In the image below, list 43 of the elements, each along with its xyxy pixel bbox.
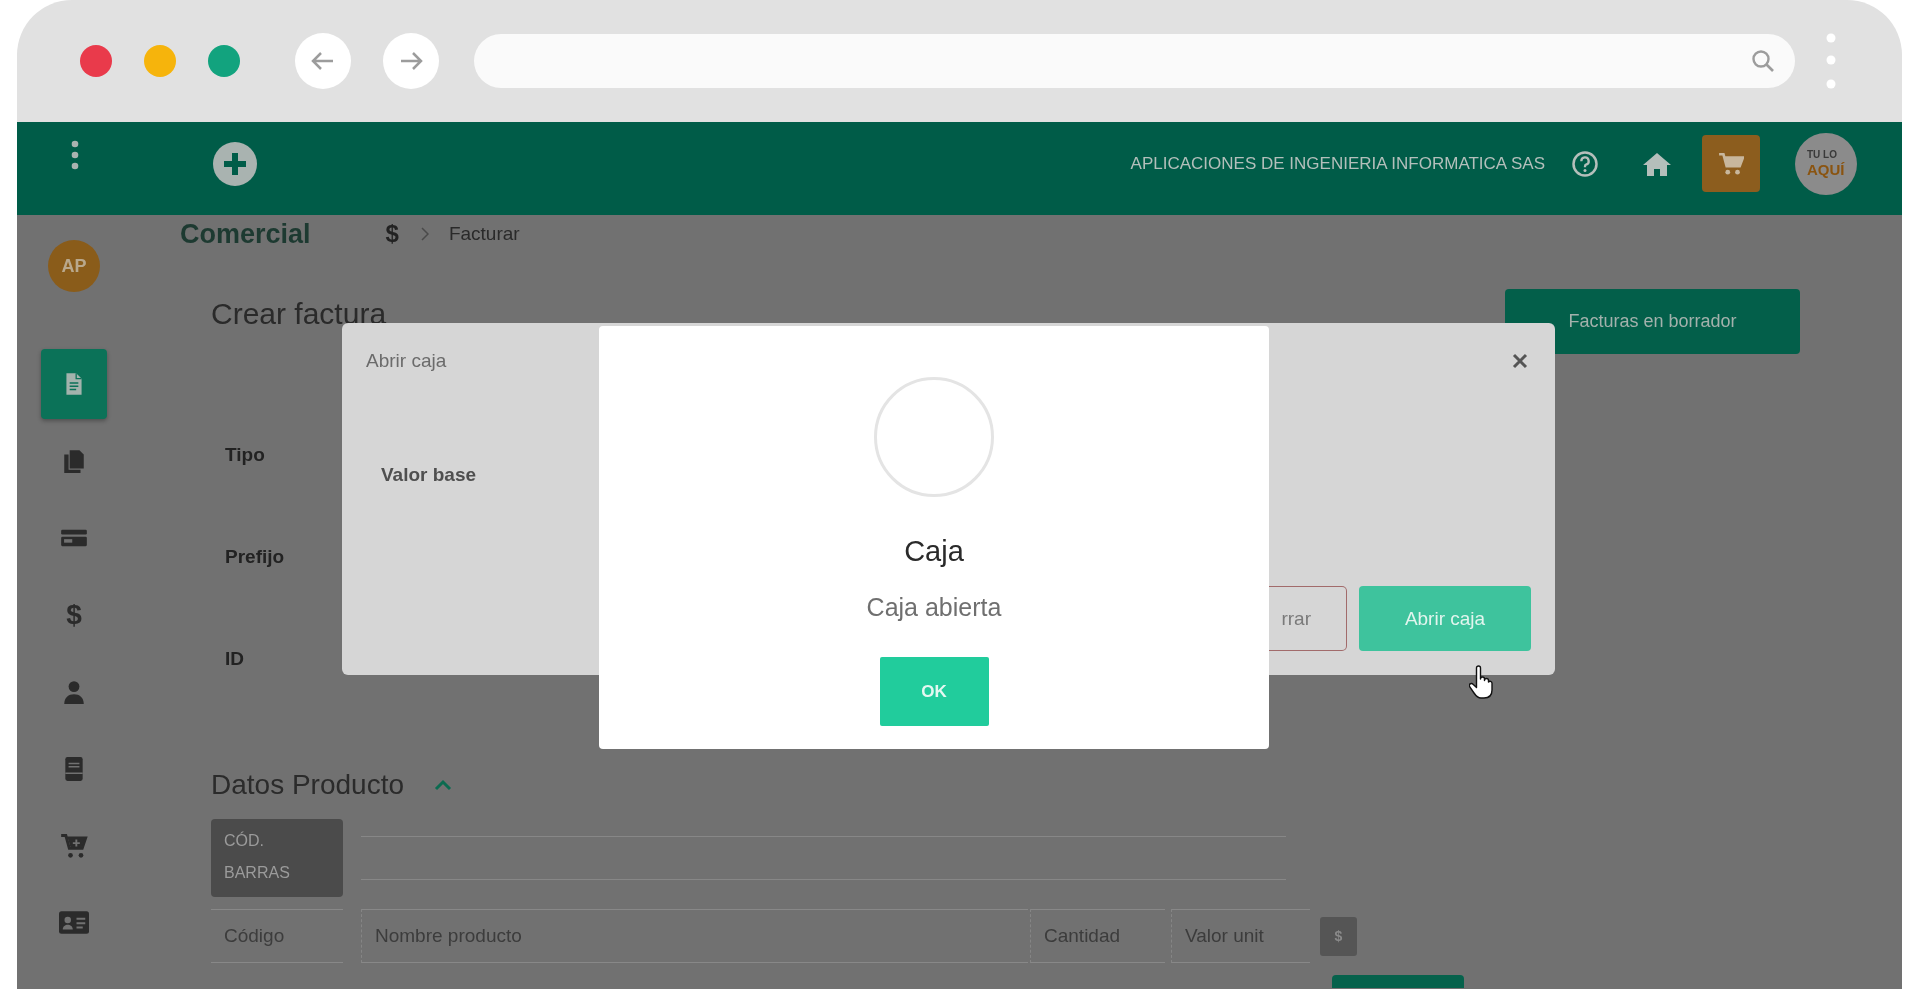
drafts-button[interactable]: Facturas en borrador <box>1505 289 1800 354</box>
kebab-menu-icon[interactable] <box>71 140 79 170</box>
search-icon[interactable] <box>1751 49 1775 73</box>
hand-cursor-icon <box>1469 665 1493 699</box>
logo-text: TU LO <box>1807 149 1837 161</box>
breadcrumb-symbol[interactable]: $ <box>385 220 399 248</box>
add-icon[interactable] <box>213 141 257 186</box>
alert-title: Caja <box>904 534 964 568</box>
help-icon[interactable] <box>1572 150 1598 177</box>
back-button[interactable] <box>295 33 351 89</box>
address-field[interactable] <box>474 34 1795 88</box>
primary-button[interactable]: Abrir caja <box>1359 586 1531 651</box>
id-card-icon <box>59 910 89 935</box>
cart-button[interactable] <box>1702 135 1760 192</box>
field-label: ID <box>225 648 244 670</box>
window-close-icon[interactable] <box>80 45 112 77</box>
dialog-title: Abrir caja <box>366 350 447 372</box>
logo-text: AQUÍ <box>1807 161 1845 178</box>
field-label: Prefijo <box>225 546 285 568</box>
sidebar-item[interactable]: $ <box>41 579 107 650</box>
close-icon[interactable] <box>1512 353 1528 369</box>
module-title: Comercial <box>180 218 311 250</box>
barcode-label: CÓD. BARRAS <box>211 819 343 897</box>
field-label: Valor base <box>381 464 477 486</box>
sidebar-item[interactable] <box>41 348 107 419</box>
page-title: Crear factura <box>211 296 387 332</box>
chevron-right-icon <box>420 227 429 241</box>
ok-button[interactable]: OK <box>879 657 989 726</box>
field-label: Tipo <box>225 444 265 466</box>
section-title: Datos Producto <box>211 769 404 801</box>
cart-plus-icon <box>60 831 88 860</box>
documents-icon <box>61 447 87 474</box>
company-name: APLICACIONES DE INGENIERIA INFORMATICA SAS <box>1130 153 1545 174</box>
home-icon[interactable] <box>1643 151 1671 176</box>
user-avatar[interactable]: AP <box>48 240 100 292</box>
ring-icon <box>874 377 994 497</box>
breadcrumb-link[interactable]: Facturar <box>448 223 520 245</box>
cart-icon <box>1718 151 1744 176</box>
forward-button[interactable] <box>383 33 439 89</box>
window-maximize-icon[interactable] <box>208 45 240 77</box>
currency-button[interactable]: $ <box>1320 916 1357 956</box>
alert-message: Caja abierta <box>866 592 1002 622</box>
person-icon <box>61 678 87 705</box>
